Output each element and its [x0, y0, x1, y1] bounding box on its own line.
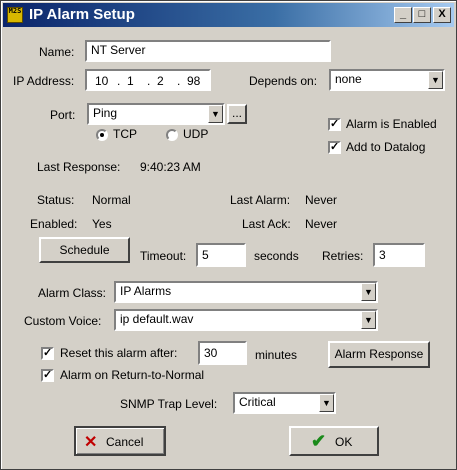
last-ack-label: Last Ack: [242, 217, 291, 231]
reset-alarm-checkbox[interactable]: ✓ [41, 347, 54, 360]
add-to-datalog-label: Add to Datalog [346, 140, 426, 154]
ip-dot: . [117, 74, 121, 88]
title-bar[interactable]: M2S IP Alarm Setup _ □ X [3, 3, 454, 27]
app-icon: M2S [7, 7, 23, 23]
status-value: Normal [92, 193, 131, 207]
alarm-class-value: IP Alarms [120, 284, 172, 298]
reset-alarm-label: Reset this alarm after: [60, 346, 178, 360]
ip-alarm-setup-window: M2S IP Alarm Setup _ □ X Name: NT Server… [0, 0, 457, 470]
port-label: Port: [50, 108, 76, 122]
check-icon: ✔ [311, 431, 327, 451]
enabled-label: Enabled: [30, 217, 78, 231]
udp-radio[interactable] [166, 129, 178, 141]
ok-label: OK [335, 435, 353, 449]
enabled-value: Yes [92, 217, 112, 231]
depends-on-select[interactable]: none ▼ [329, 69, 445, 91]
port-select[interactable]: Ping ▼ [87, 103, 225, 125]
alarm-enabled-label: Alarm is Enabled [346, 117, 437, 131]
snmp-trap-level-select[interactable]: Critical ▼ [233, 392, 336, 414]
ip-octet-2: 1 [127, 74, 134, 88]
schedule-button[interactable]: Schedule [39, 237, 130, 263]
timeout-label: Timeout: [140, 249, 187, 263]
custom-voice-select[interactable]: ip default.wav ▼ [114, 309, 378, 331]
reset-minutes-field[interactable]: 30 [198, 341, 247, 365]
timeout-field[interactable]: 5 [196, 243, 246, 267]
ok-button[interactable]: ✔ OK [289, 426, 379, 456]
ip-octet-1: 10 [95, 74, 109, 88]
alarm-enabled-checkbox[interactable]: ✓ [328, 118, 341, 131]
alarm-class-label: Alarm Class: [38, 286, 107, 300]
last-alarm-label: Last Alarm: [230, 193, 291, 207]
minimize-button[interactable]: _ [394, 7, 412, 23]
port-browse-button[interactable]: ... [227, 104, 247, 124]
reset-minutes-unit: minutes [255, 348, 298, 362]
close-button[interactable]: X [433, 7, 451, 23]
cancel-x-icon: ✕ [84, 434, 98, 451]
alarm-return-label: Alarm on Return-to-Normal [60, 368, 205, 382]
custom-voice-value: ip default.wav [120, 312, 194, 326]
name-label: Name: [39, 45, 75, 59]
tcp-radio[interactable] [96, 129, 108, 141]
window-title: IP Alarm Setup [29, 6, 135, 23]
alarm-response-button[interactable]: Alarm Response [328, 341, 430, 368]
udp-label: UDP [183, 127, 209, 141]
retries-label: Retries: [322, 249, 364, 263]
add-to-datalog-checkbox[interactable]: ✓ [328, 141, 341, 154]
maximize-button[interactable]: □ [413, 7, 431, 23]
chevron-down-icon[interactable]: ▼ [361, 311, 376, 329]
ip-address-label: IP Address: [13, 74, 75, 88]
tcp-label: TCP [113, 127, 137, 141]
chevron-down-icon[interactable]: ▼ [428, 71, 443, 89]
retries-field[interactable]: 3 [373, 243, 425, 267]
cancel-button[interactable]: ✕ Cancel [74, 426, 166, 456]
depends-on-value: none [335, 72, 362, 86]
snmp-trap-level-label: SNMP Trap Level: [120, 397, 218, 411]
timeout-unit-label: seconds [254, 249, 299, 263]
last-ack-value: Never [305, 217, 338, 231]
depends-on-label: Depends on: [249, 74, 318, 88]
ip-dot: . [147, 74, 151, 88]
cancel-label: Cancel [106, 435, 144, 449]
chevron-down-icon[interactable]: ▼ [208, 105, 223, 123]
status-label: Status: [37, 193, 75, 207]
custom-voice-label: Custom Voice: [24, 314, 102, 328]
snmp-trap-level-value: Critical [239, 395, 276, 409]
name-field[interactable]: NT Server [85, 40, 331, 62]
ip-address-field[interactable]: 10 . 1 . 2 . 98 [85, 69, 211, 91]
last-alarm-value: Never [305, 193, 338, 207]
last-response-value: 9:40:23 AM [140, 160, 201, 174]
port-value: Ping [93, 106, 118, 120]
alarm-class-select[interactable]: IP Alarms ▼ [114, 281, 378, 303]
ip-octet-3: 2 [157, 74, 164, 88]
ip-dot: . [177, 74, 181, 88]
last-response-label: Last Response: [37, 160, 121, 174]
ip-octet-4: 98 [187, 74, 201, 88]
chevron-down-icon[interactable]: ▼ [319, 394, 334, 412]
chevron-down-icon[interactable]: ▼ [361, 283, 376, 301]
alarm-return-checkbox[interactable]: ✓ [41, 369, 54, 382]
